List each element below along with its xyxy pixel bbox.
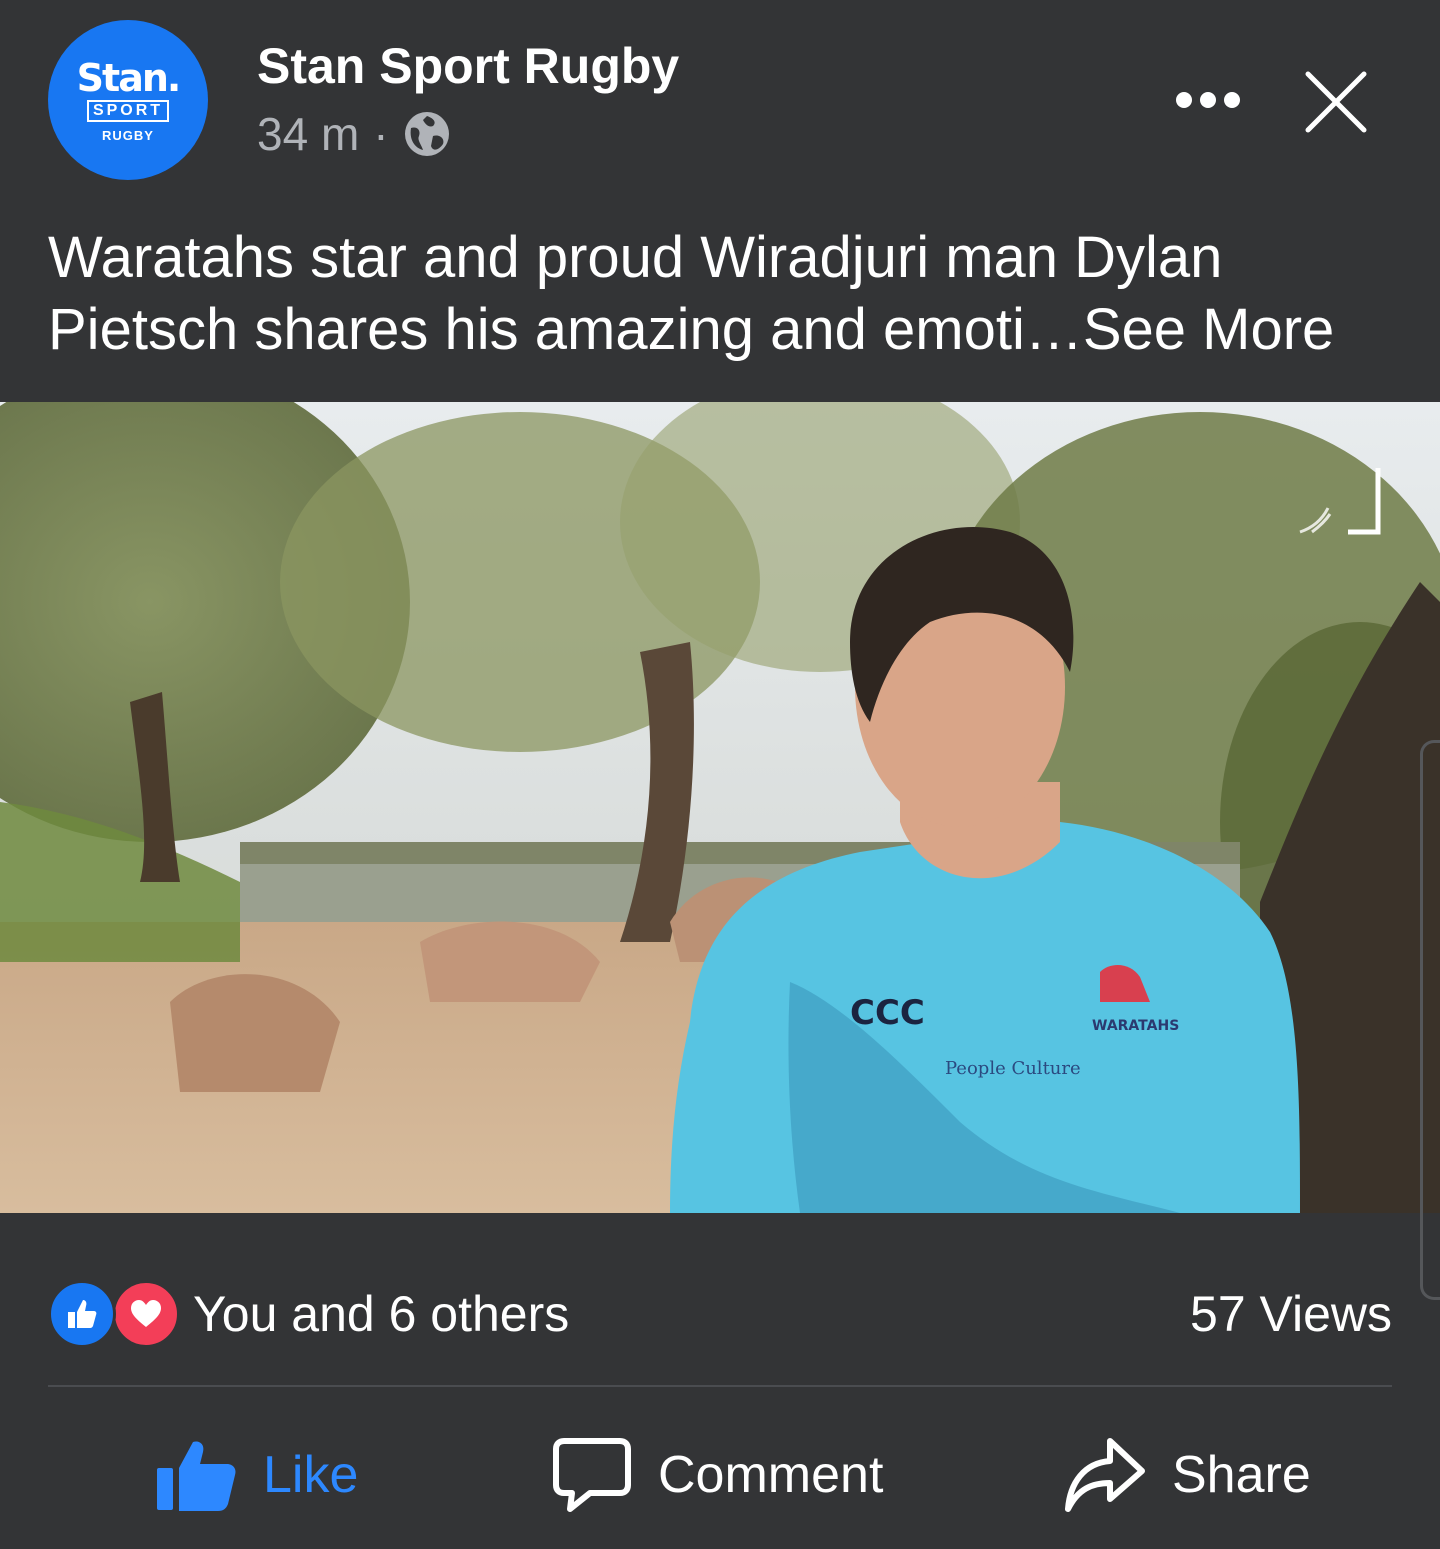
more-dot: [1176, 92, 1192, 108]
more-dot: [1224, 92, 1240, 108]
comment-button[interactable]: Comment: [552, 1420, 883, 1530]
post-timestamp[interactable]: 34 m: [257, 106, 359, 162]
fullscreen-icon[interactable]: [1292, 462, 1382, 542]
avatar-sport-text: SPORT: [86, 99, 170, 122]
post-meta: 34 m ·: [257, 106, 451, 162]
globe-icon[interactable]: [403, 110, 451, 158]
page-avatar[interactable]: Stan. SPORT RUGBY: [48, 20, 208, 180]
svg-text:CCC: CCC: [850, 993, 925, 1033]
post-header: Stan. SPORT RUGBY Stan Sport Rugby 34 m …: [0, 0, 1440, 200]
reactions-bar[interactable]: You and 6 others 57 Views: [48, 1280, 1392, 1350]
action-bar: Like Comment Share: [0, 1420, 1440, 1530]
svg-text:WARATAHS: WARATAHS: [1092, 1018, 1179, 1034]
comment-icon: [553, 1438, 631, 1512]
post-caption: Waratahs star and proud Wiradjuri man Dy…: [48, 222, 1408, 366]
meta-separator: ·: [373, 108, 389, 160]
page-name-link[interactable]: Stan Sport Rugby: [257, 36, 679, 96]
see-more-link[interactable]: See More: [1083, 297, 1334, 362]
share-label: Share: [1172, 1446, 1311, 1504]
video-player[interactable]: WARATAHS CCC People Culture: [0, 402, 1440, 1213]
like-label: Like: [263, 1446, 359, 1504]
svg-text:People Culture: People Culture: [945, 1058, 1081, 1079]
more-options-icon[interactable]: [1168, 70, 1248, 130]
share-icon: [1065, 1438, 1145, 1512]
view-count: 57 Views: [1190, 1286, 1392, 1342]
caption-text: Waratahs star and proud Wiradjuri man Dy…: [48, 225, 1223, 362]
video-frame-image: WARATAHS CCC People Culture: [0, 402, 1440, 1213]
like-reaction-icon: [48, 1280, 116, 1348]
reaction-icons[interactable]: [48, 1280, 180, 1348]
more-dot: [1200, 92, 1216, 108]
reaction-summary[interactable]: You and 6 others: [193, 1283, 569, 1345]
share-button[interactable]: Share: [1064, 1420, 1311, 1530]
close-icon[interactable]: [1300, 66, 1372, 138]
comment-label: Comment: [658, 1446, 884, 1504]
like-button[interactable]: Like: [155, 1420, 358, 1530]
side-scroll-handle[interactable]: [1420, 740, 1440, 1300]
divider: [48, 1385, 1392, 1387]
love-reaction-icon: [112, 1280, 180, 1348]
avatar-sub-text: RUGBY: [102, 127, 154, 143]
like-icon: [157, 1441, 236, 1511]
avatar-brand-text: Stan.: [76, 55, 182, 100]
